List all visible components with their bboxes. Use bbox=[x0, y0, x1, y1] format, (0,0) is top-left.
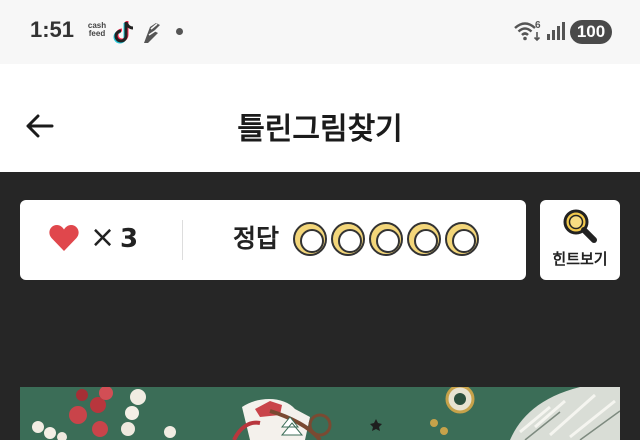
signal-icon bbox=[547, 22, 565, 40]
lives-count: 3 bbox=[120, 224, 139, 254]
status-time: 1:51 bbox=[30, 17, 75, 42]
hint-button[interactable]: 힌트보기 bbox=[540, 200, 620, 280]
battery-icon: 100 bbox=[570, 20, 612, 44]
answer-slot-icon bbox=[407, 222, 441, 256]
tiktok-icon bbox=[113, 21, 134, 44]
notification-dot-icon bbox=[176, 28, 183, 35]
app-icon bbox=[144, 23, 160, 43]
answer-slot-icon bbox=[293, 222, 327, 256]
game-status-panel: × 3 정답 bbox=[20, 200, 526, 280]
answer-slots bbox=[293, 222, 479, 258]
cashfeed-icon: cash feed bbox=[87, 21, 107, 38]
wifi-icon: 6 bbox=[514, 20, 541, 42]
game-area: × 3 정답 힌트보기 bbox=[0, 172, 640, 440]
magnifier-icon bbox=[563, 209, 597, 243]
hint-label: 힌트보기 bbox=[552, 250, 608, 268]
heart-icon bbox=[49, 225, 79, 251]
answer-slot-icon bbox=[445, 222, 479, 256]
app-header: 틀린그림찾기 bbox=[0, 64, 640, 172]
status-bar: 1:51 cash feed 6 100 bbox=[0, 0, 640, 64]
lives-multiplier: × bbox=[90, 220, 116, 255]
answer-slot-icon bbox=[331, 222, 365, 256]
answer-label: 정답 bbox=[233, 224, 280, 253]
divider bbox=[182, 220, 183, 260]
answer-slot-icon bbox=[369, 222, 403, 256]
wifi-label: 6 bbox=[535, 20, 541, 31]
puzzle-image[interactable] bbox=[20, 387, 620, 440]
page-title: 틀린그림찾기 bbox=[237, 112, 403, 147]
